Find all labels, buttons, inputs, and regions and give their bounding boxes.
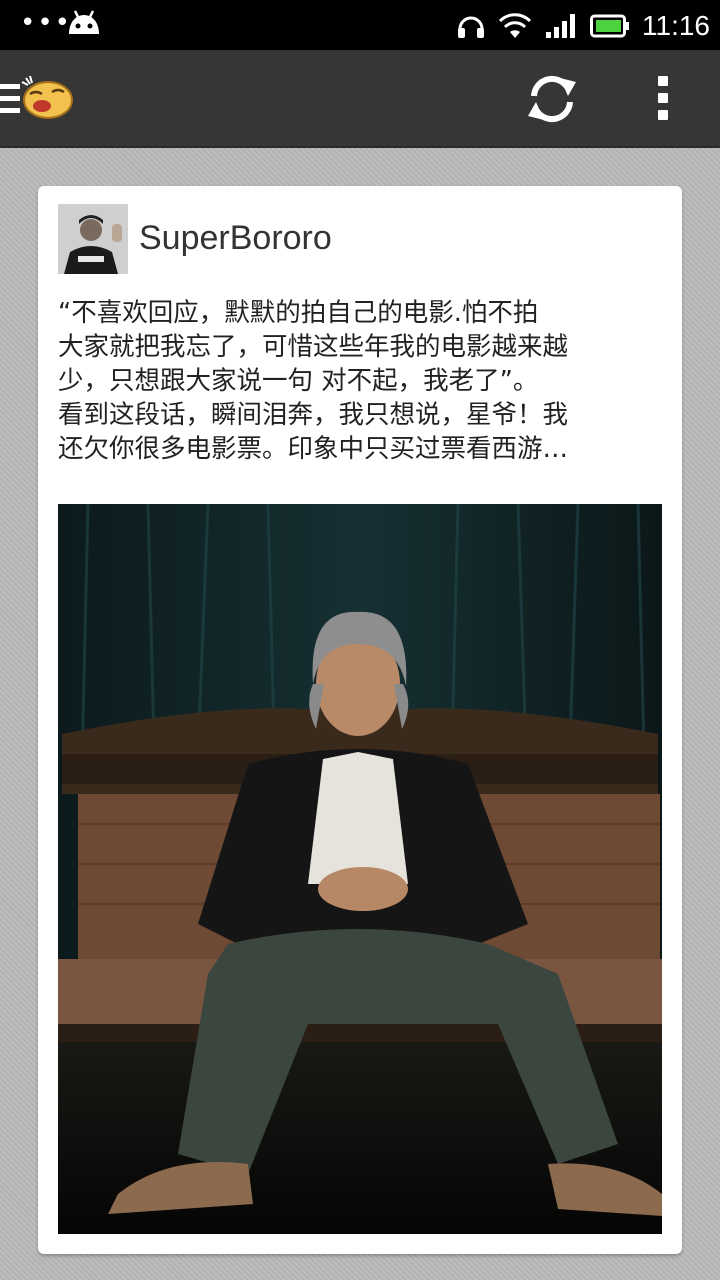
post-card[interactable]: SuperBororo “不喜欢回应，默默的拍自己的电影.怕不拍 大家就把我忘了…	[38, 186, 682, 1254]
post-text-line: 还欠你很多电影票。印象中只买过票看西游…	[58, 434, 569, 464]
action-bar	[0, 50, 720, 148]
notification-dots-icon: •••	[20, 8, 73, 38]
author-name[interactable]: SuperBororo	[139, 218, 332, 258]
post-text-line: 看到这段话，瞬间泪奔，我只想说，星爷！我	[58, 400, 569, 430]
status-bar: ••• 11:16	[0, 0, 720, 50]
android-icon	[69, 10, 99, 34]
drawer-menu-icon[interactable]	[0, 72, 80, 124]
post-text-line: “不喜欢回应，默默的拍自己的电影.怕不拍	[58, 298, 539, 328]
refresh-icon[interactable]	[524, 72, 580, 126]
clock-time: 11:16	[642, 10, 710, 41]
battery-icon	[590, 14, 629, 38]
headset-icon	[458, 16, 484, 38]
post-text[interactable]: “不喜欢回应，默默的拍自己的电影.怕不拍 大家就把我忘了，可惜这些年我的电影越来…	[58, 296, 662, 466]
app-mascot-icon	[21, 75, 73, 119]
signal-icon	[546, 14, 575, 38]
post-text-line: 大家就把我忘了，可惜这些年我的电影越来越	[58, 332, 569, 362]
overflow-menu-icon[interactable]	[650, 76, 676, 120]
wifi-icon	[498, 13, 532, 38]
post-photo[interactable]	[58, 504, 662, 1234]
avatar[interactable]	[58, 204, 128, 274]
post-text-line: 少，只想跟大家说一句 对不起，我老了”。	[58, 366, 539, 396]
